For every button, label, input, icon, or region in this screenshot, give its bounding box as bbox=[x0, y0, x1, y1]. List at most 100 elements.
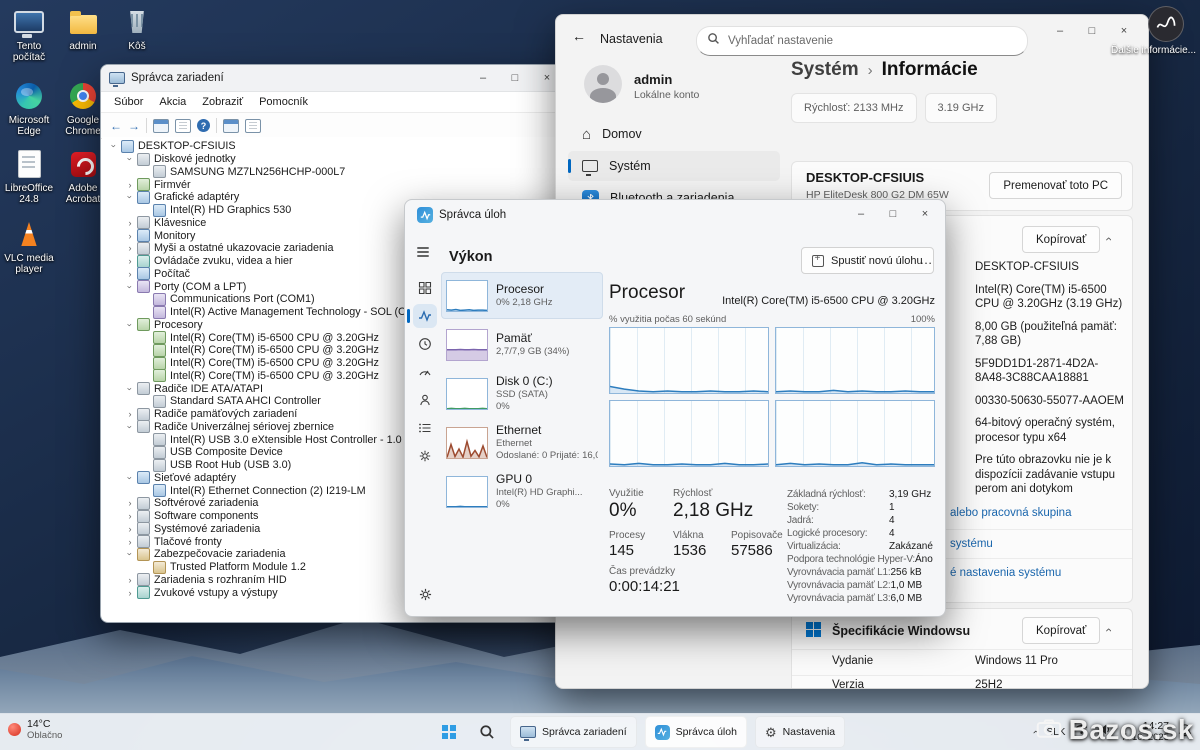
tree-row[interactable]: SAMSUNG MZ7LN256HCHP-000L7 bbox=[106, 166, 570, 179]
tree-expand-icon[interactable]: › bbox=[124, 498, 136, 508]
menu-hamburger-icon[interactable] bbox=[415, 244, 433, 262]
device-manager-icon bbox=[109, 72, 125, 84]
perf-item-title: GPU 0 bbox=[496, 473, 583, 486]
weather-condition: Oblačno bbox=[27, 730, 62, 741]
minimize-icon[interactable]: – bbox=[1044, 19, 1076, 43]
tree-row[interactable]: ›Firmvér bbox=[106, 178, 570, 191]
graph-caption-row: % využitia počas 60 sekúnd 100% bbox=[609, 314, 935, 325]
perf-item-gpu[interactable]: GPU 0Intel(R) HD Graphi...0% bbox=[441, 468, 603, 515]
tree-expand-icon[interactable]: › bbox=[125, 153, 135, 165]
copy-button[interactable]: Kopírovať bbox=[1022, 617, 1100, 644]
more-options-icon[interactable]: … bbox=[913, 247, 939, 272]
menu-view[interactable]: Zobraziť bbox=[195, 95, 250, 109]
weather-temp: 14°C bbox=[27, 718, 62, 730]
cpu-device-icon bbox=[153, 369, 166, 382]
details-icon[interactable] bbox=[413, 416, 437, 440]
tree-expand-icon[interactable]: › bbox=[124, 231, 136, 241]
cpu-detail-label: Základná rýchlosť: bbox=[787, 488, 866, 501]
tree-expand-icon[interactable]: › bbox=[124, 537, 136, 547]
menu-action[interactable]: Akcia bbox=[152, 95, 193, 109]
tree-expand-icon[interactable]: › bbox=[125, 191, 135, 203]
breadcrumb-parent[interactable]: Systém bbox=[791, 59, 859, 81]
tree-expand-icon[interactable]: › bbox=[124, 524, 136, 534]
properties-icon[interactable] bbox=[245, 119, 261, 133]
perf-item-memory[interactable]: Pamäť2,7/7,9 GB (34%) bbox=[441, 321, 603, 368]
windows-start-icon bbox=[442, 725, 457, 740]
tree-expand-icon[interactable]: › bbox=[124, 243, 136, 253]
tree-item-label: Softvérové zariadenia bbox=[154, 497, 258, 509]
sidebar-item-home[interactable]: ⌂Domov bbox=[568, 119, 780, 149]
startup-apps-icon[interactable] bbox=[413, 360, 437, 384]
sidebar-item-system[interactable]: Systém bbox=[568, 151, 780, 181]
tree-expand-icon[interactable]: › bbox=[124, 180, 136, 190]
tree-expand-icon[interactable]: › bbox=[125, 383, 135, 395]
desktop-icon-admin-folder[interactable]: admin bbox=[56, 6, 110, 52]
ide-device-icon bbox=[153, 395, 166, 408]
back-icon[interactable]: ← bbox=[572, 28, 586, 44]
stat-value: 1536 bbox=[673, 542, 706, 559]
tree-expand-icon[interactable]: › bbox=[124, 588, 136, 598]
cpu-model-label: Intel(R) Core(TM) i5-6500 CPU @ 3.20GHz bbox=[609, 295, 935, 307]
perf-item-disk[interactable]: Disk 0 (C:)SSD (SATA)0% bbox=[441, 370, 603, 417]
settings-gear-icon[interactable] bbox=[413, 582, 437, 606]
tree-expand-icon[interactable]: › bbox=[109, 140, 119, 152]
tree-expand-icon[interactable]: › bbox=[124, 218, 136, 228]
collapse-chevron-icon[interactable]: › bbox=[1106, 621, 1110, 639]
help-icon[interactable]: ? bbox=[197, 119, 210, 132]
weather-widget[interactable]: 14°C Oblačno bbox=[8, 718, 62, 741]
processes-icon[interactable] bbox=[413, 276, 437, 300]
tree-expand-icon[interactable]: › bbox=[124, 511, 136, 521]
copy-button[interactable]: Kopírovať bbox=[1022, 226, 1100, 253]
perf-item-ethernet[interactable]: EthernetEthernetOdoslané: 0 Prijaté: 16,… bbox=[441, 419, 603, 466]
tree-expand-icon[interactable]: › bbox=[124, 269, 136, 279]
desktop-icon-libreoffice[interactable]: LibreOffice 24.8 bbox=[2, 148, 56, 205]
rename-pc-button[interactable]: Premenovať toto PC bbox=[989, 172, 1122, 199]
minimize-icon[interactable]: – bbox=[467, 66, 499, 90]
scan-hardware-icon[interactable] bbox=[223, 119, 239, 133]
perf-item-cpu[interactable]: Procesor0% 2,18 GHz bbox=[441, 272, 603, 319]
app-history-icon[interactable] bbox=[413, 332, 437, 356]
taskbar-search-button[interactable] bbox=[472, 717, 502, 747]
menu-file[interactable]: Súbor bbox=[107, 95, 150, 109]
stat-value: 57586 bbox=[731, 542, 773, 559]
disk-device-icon bbox=[153, 165, 166, 178]
tree-row[interactable]: ›Diskové jednotky bbox=[106, 153, 570, 166]
desktop-icon-vlc[interactable]: VLC media player bbox=[2, 218, 56, 275]
device-manager-titlebar[interactable]: Správca zariadení – □ × bbox=[101, 65, 571, 92]
collapse-chevron-icon[interactable]: › bbox=[1106, 230, 1110, 248]
minimize-icon[interactable]: – bbox=[845, 202, 877, 226]
maximize-icon[interactable]: □ bbox=[1076, 19, 1108, 43]
tree-item-label: Intel(R) Core(TM) i5-6500 CPU @ 3.20GHz bbox=[170, 357, 379, 369]
services-icon[interactable] bbox=[413, 444, 437, 468]
tree-expand-icon[interactable]: › bbox=[125, 281, 135, 293]
performance-icon[interactable] bbox=[413, 304, 437, 328]
menu-help[interactable]: Pomocník bbox=[252, 95, 315, 109]
search-input[interactable]: Vyhľadať nastavenie bbox=[696, 26, 1028, 56]
tree-row[interactable]: ›DESKTOP-CFSIUIS bbox=[106, 140, 570, 153]
tree-expand-icon[interactable]: › bbox=[125, 421, 135, 433]
maximize-icon[interactable]: □ bbox=[499, 66, 531, 90]
desktop-icon-microsoft-edge[interactable]: Microsoft Edge bbox=[2, 80, 56, 137]
taskbar-app-taskmgr[interactable]: Správca úloh bbox=[645, 716, 747, 748]
users-icon[interactable] bbox=[413, 388, 437, 412]
tree-expand-icon[interactable]: › bbox=[124, 575, 136, 585]
tree-expand-icon[interactable]: › bbox=[125, 319, 135, 331]
start-button[interactable] bbox=[434, 717, 464, 747]
maximize-icon[interactable]: □ bbox=[877, 202, 909, 226]
tree-expand-icon[interactable]: › bbox=[125, 548, 135, 560]
tree-expand-icon[interactable]: › bbox=[124, 256, 136, 266]
export-list-icon[interactable] bbox=[175, 119, 191, 133]
user-name: admin bbox=[634, 72, 672, 87]
close-icon[interactable]: × bbox=[909, 202, 941, 226]
forward-icon[interactable]: → bbox=[128, 120, 140, 132]
desktop-icon-recycle-bin[interactable]: Kôš bbox=[110, 6, 164, 52]
taskbar-app-settings[interactable]: ⚙Nastavenia bbox=[755, 716, 845, 748]
desktop-icon-this-pc[interactable]: Tento počítač bbox=[2, 6, 56, 63]
tree-item-label: Intel(R) HD Graphics 530 bbox=[170, 204, 291, 216]
taskbar-app-devmgr[interactable]: Správca zariadení bbox=[510, 716, 637, 748]
console-window-icon[interactable] bbox=[153, 119, 169, 133]
tree-expand-icon[interactable]: › bbox=[124, 409, 136, 419]
avatar[interactable] bbox=[584, 65, 622, 103]
back-icon[interactable]: ← bbox=[110, 120, 122, 132]
tree-expand-icon[interactable]: › bbox=[125, 472, 135, 484]
